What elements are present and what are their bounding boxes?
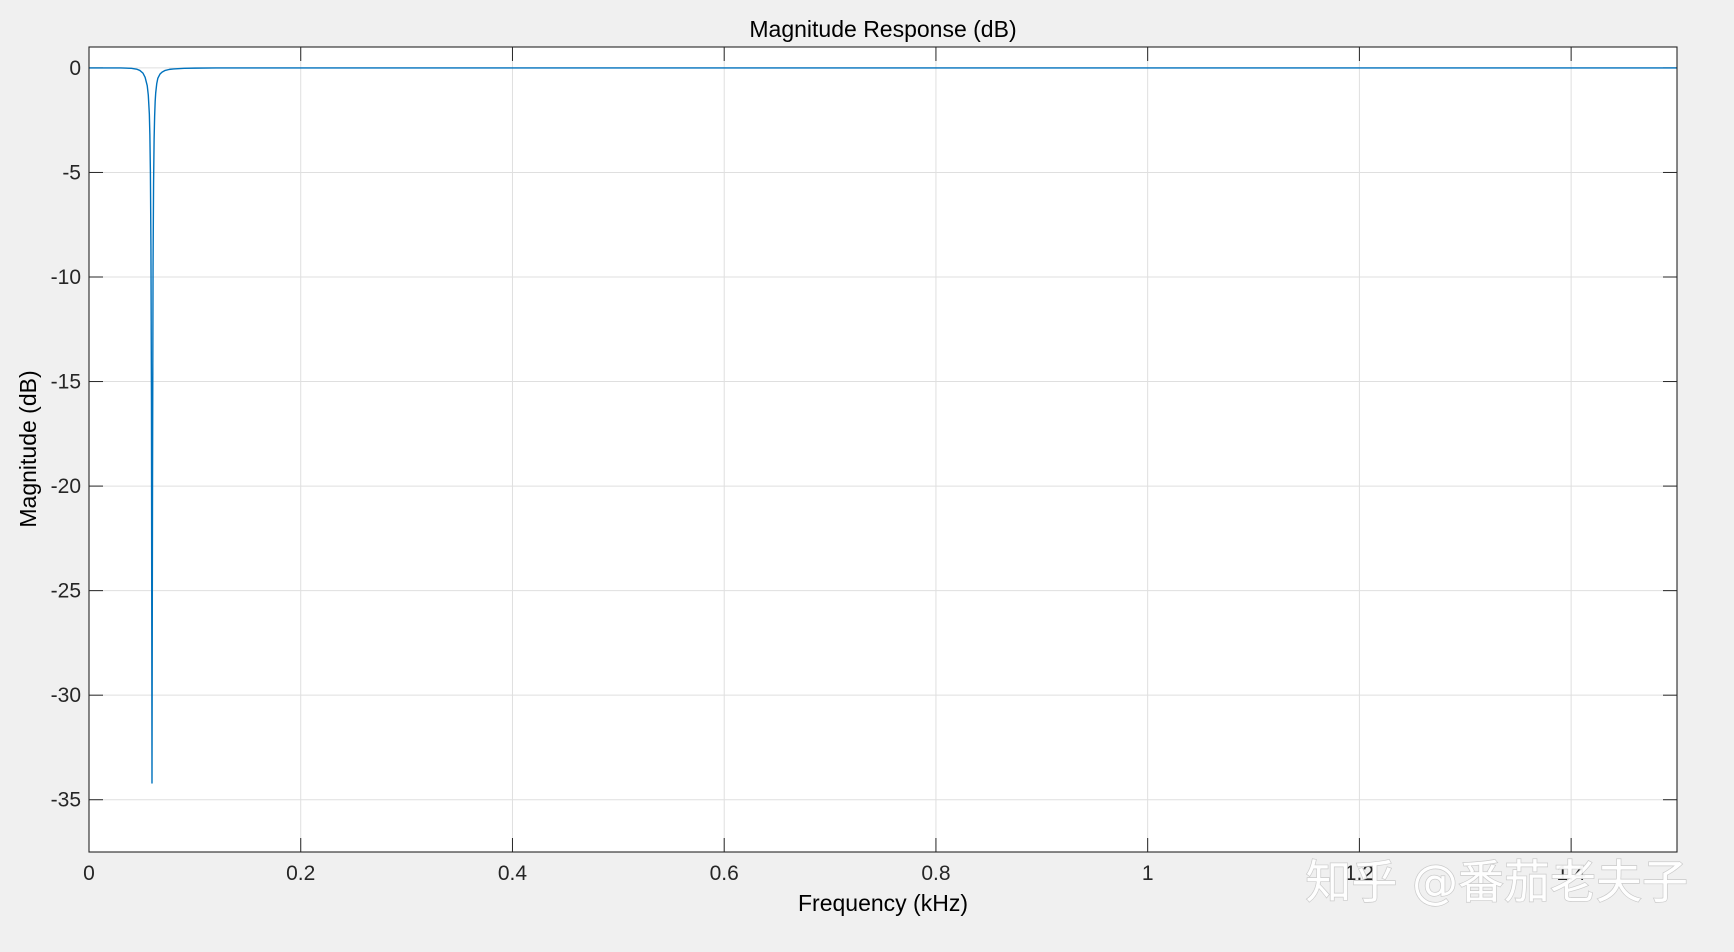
figure-window: 0 0.2 0.4 0.6 0.8 1 1.2 1.4 0 -5 -10 -15 -20 -25 -30 -3…: [0, 0, 1734, 952]
y-tick-label: 0: [69, 57, 81, 80]
x-tick-label: 1: [1142, 862, 1154, 885]
y-tick-label: -15: [51, 371, 81, 394]
y-tick-label: -20: [51, 475, 81, 498]
x-tick-label: 0.8: [921, 862, 950, 885]
y-tick-label: -25: [51, 580, 81, 603]
magnitude-response-chart: 0 0.2 0.4 0.6 0.8 1 1.2 1.40-5-10-15-20-25-30-3…: [15, 16, 1689, 916]
chart-title: Magnitude Response (dB): [749, 16, 1016, 42]
y-tick-label: -35: [51, 789, 81, 812]
x-axis-label: Frequency (kHz): [798, 890, 968, 916]
x-tick-label: 0.6: [710, 862, 739, 885]
y-tick-label: -5: [62, 161, 81, 184]
x-tick-label: 0: [83, 862, 95, 885]
watermark: 知乎 @番茄老夫子: [1305, 855, 1688, 909]
y-tick-label: -30: [51, 684, 81, 707]
x-tick-label: 0.2: [286, 862, 315, 885]
axes-background: [89, 47, 1677, 852]
y-tick-label: -10: [51, 266, 81, 289]
x-tick-label: 0.4: [498, 862, 528, 885]
y-axis-label: Magnitude (dB): [15, 370, 41, 527]
